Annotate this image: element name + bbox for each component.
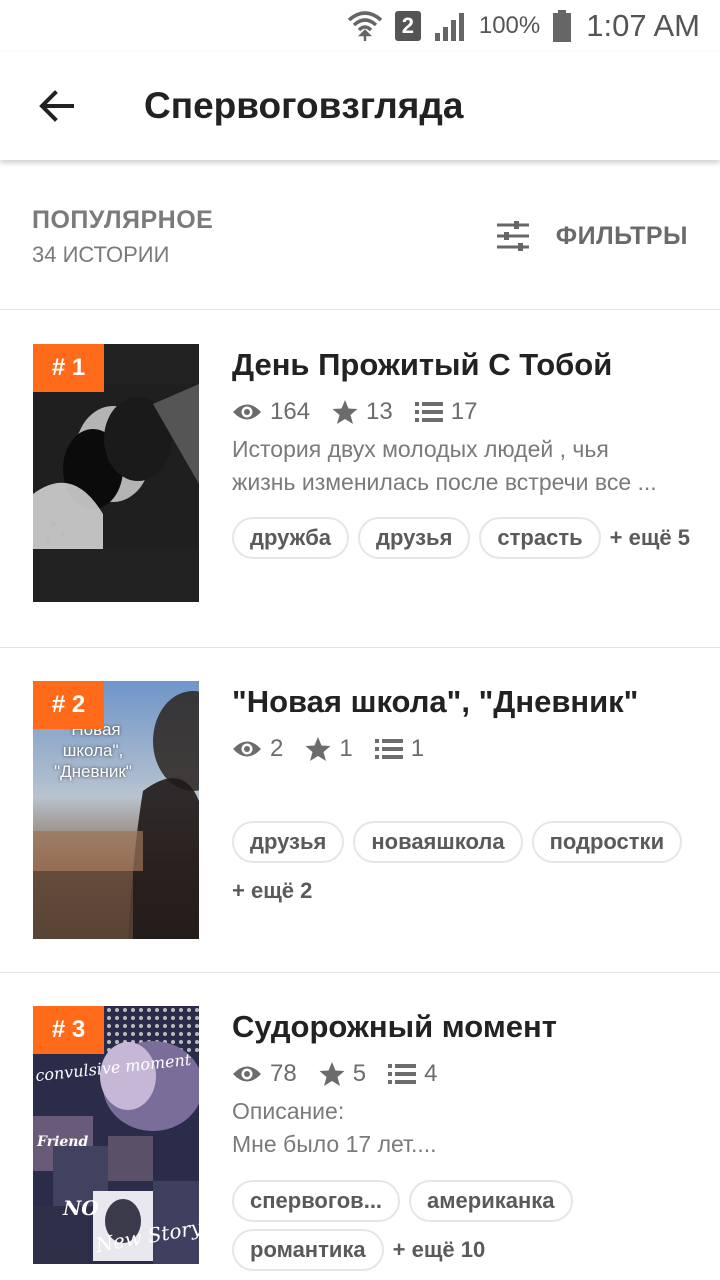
- tag-chip[interactable]: страсть: [479, 517, 601, 559]
- list-icon: [414, 402, 443, 422]
- page-title: Спервоговзгляда: [144, 85, 464, 126]
- parts-stat: 1: [374, 735, 425, 763]
- more-tags-link[interactable]: + ещё 10: [393, 1229, 486, 1271]
- list-header: ПОПУЛЯРНОЕ 34 ИСТОРИИ ФИЛЬТРЫ: [0, 160, 720, 310]
- parts-stat: 4: [388, 1060, 437, 1088]
- reads-count: 2: [270, 735, 284, 762]
- eye-icon: [233, 741, 261, 757]
- wifi-icon: [347, 9, 383, 43]
- description-line: Описание:: [232, 1098, 345, 1124]
- tag-chip[interactable]: друзья: [358, 517, 471, 559]
- list-icon: [388, 1064, 417, 1084]
- story-title[interactable]: Судорожный момент: [232, 1009, 702, 1045]
- cover-caption-line: "Дневник": [54, 762, 132, 781]
- story-tags: друзья новаяшкола подростки + ещё 2: [232, 821, 702, 919]
- tag-chip[interactable]: романтика: [232, 1229, 384, 1271]
- votes-count: 5: [352, 1060, 367, 1087]
- clock: 1:07 AM: [586, 8, 700, 43]
- signal-icon: [433, 11, 467, 41]
- star-icon: [305, 737, 331, 761]
- story-card-2[interactable]: "Новая школа", "Дневник" # 2 "Новая школ…: [0, 648, 720, 973]
- reads-stat: 164: [232, 398, 310, 426]
- eye-icon: [233, 1066, 261, 1082]
- tag-chip[interactable]: спервогов...: [232, 1180, 401, 1222]
- cover-caption-line: Friend: [37, 1134, 89, 1150]
- story-stats: 78 5 4: [232, 1059, 459, 1089]
- story-card-3[interactable]: convulsive moment Friend NO New Story # …: [0, 973, 720, 1280]
- story-stats: 164 13 17: [232, 397, 499, 427]
- story-tags: спервогов... американка романтика + ещё …: [232, 1180, 702, 1278]
- star-icon: [332, 400, 358, 424]
- parts-stat: 17: [414, 398, 478, 426]
- story-count: 34 ИСТОРИИ: [32, 242, 170, 267]
- votes-stat: 5: [319, 1060, 366, 1088]
- app-toolbar: Спервоговзгляда: [0, 52, 720, 160]
- more-tags-link[interactable]: + ещё 2: [232, 870, 312, 912]
- tag-chip[interactable]: дружба: [232, 517, 350, 559]
- cover-caption-line: New Story: [93, 1214, 199, 1258]
- star-icon: [319, 1062, 345, 1086]
- back-arrow-icon: [39, 90, 74, 122]
- votes-stat: 1: [305, 735, 353, 763]
- rank-badge: # 2: [33, 681, 104, 729]
- parts-count: 4: [424, 1060, 438, 1087]
- sort-label: ПОПУЛЯРНОЕ: [32, 206, 214, 234]
- reads-count: 164: [270, 398, 311, 425]
- tag-chip[interactable]: американка: [409, 1180, 573, 1222]
- rank-badge: # 3: [33, 1006, 104, 1054]
- story-card-1[interactable]: # 1 День Прожитый С Тобой 164 13 17 Исто…: [0, 311, 720, 648]
- story-title[interactable]: "Новая школа", "Дневник": [232, 684, 702, 720]
- story-description: Описание: Мне было 17 лет....: [232, 1095, 692, 1161]
- story-description: История двух молодых людей , чья жизнь и…: [232, 433, 692, 499]
- description-line: История двух молодых людей , чья: [232, 436, 609, 462]
- filter-sliders-icon: [496, 221, 529, 251]
- votes-count: 13: [366, 398, 393, 425]
- parts-count: 17: [450, 398, 478, 425]
- filters-button[interactable]: ФИЛЬТРЫ: [496, 216, 688, 256]
- cover-caption-line: NO: [63, 1196, 99, 1220]
- sim-icon: 2: [394, 11, 421, 41]
- votes-stat: 13: [332, 398, 393, 426]
- story-stats: 2 1 1: [232, 734, 446, 764]
- reads-stat: 78: [232, 1060, 297, 1088]
- rank-badge: # 1: [33, 344, 104, 392]
- tag-chip[interactable]: подростки: [531, 821, 683, 863]
- reads-stat: 2: [232, 735, 283, 763]
- status-bar: 2 100% 1:07 AM: [0, 0, 720, 52]
- story-tags: дружба друзья страсть + ещё 5: [232, 517, 702, 566]
- reads-count: 78: [270, 1060, 297, 1087]
- tag-chip[interactable]: новаяшкола: [353, 821, 523, 863]
- votes-count: 1: [339, 735, 353, 762]
- battery-icon: [552, 10, 572, 42]
- description-line: Мне было 17 лет....: [232, 1131, 437, 1157]
- parts-count: 1: [410, 735, 425, 762]
- cover-caption-line: convulsive moment: [34, 1049, 193, 1086]
- list-icon: [374, 739, 403, 759]
- tag-chip[interactable]: друзья: [232, 821, 345, 863]
- cover-caption-line: школа",: [62, 741, 124, 760]
- back-button[interactable]: [0, 52, 112, 160]
- filters-label: ФИЛЬТРЫ: [555, 221, 688, 250]
- battery-percent: 100%: [478, 12, 541, 39]
- eye-icon: [233, 404, 261, 420]
- description-line: жизнь изменилась после встречи все ...: [232, 469, 657, 495]
- more-tags-link[interactable]: + ещё 5: [610, 517, 690, 559]
- story-title[interactable]: День Прожитый С Тобой: [232, 347, 702, 383]
